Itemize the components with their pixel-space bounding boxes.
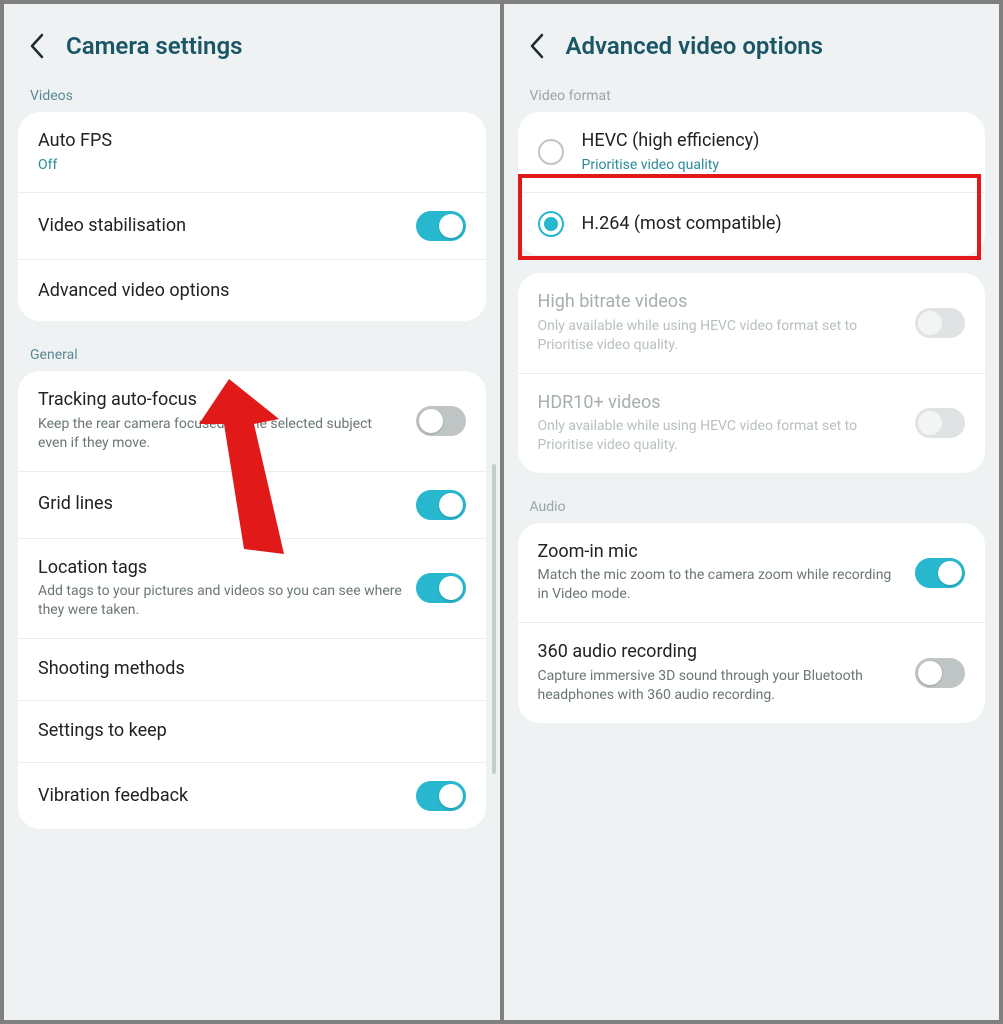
row-sub: Add tags to your pictures and videos so …	[38, 582, 404, 620]
row-hevc[interactable]: HEVC (high efficiency) Prioritise video …	[518, 112, 986, 192]
scrollbar[interactable]	[492, 464, 496, 774]
row-tracking-auto-focus[interactable]: Tracking auto-focus Keep the rear camera…	[18, 371, 486, 470]
toggle-location-tags[interactable]	[416, 573, 466, 603]
card-extra-video: High bitrate videos Only available while…	[518, 273, 986, 473]
radio-hevc[interactable]	[538, 139, 564, 165]
header-right: Advanced video options	[504, 4, 1000, 80]
page-title: Camera settings	[66, 32, 242, 60]
row-grid-lines[interactable]: Grid lines	[18, 471, 486, 538]
toggle-360-audio[interactable]	[915, 658, 965, 688]
row-title: HDR10+ videos	[538, 392, 904, 415]
row-auto-fps[interactable]: Auto FPS Off	[18, 112, 486, 192]
row-sub: Off	[38, 156, 454, 175]
row-title: Auto FPS	[38, 130, 454, 153]
section-label-general: General	[4, 339, 500, 371]
row-location-tags[interactable]: Location tags Add tags to your pictures …	[18, 538, 486, 638]
row-title: Shooting methods	[38, 658, 454, 681]
row-advanced-video-options[interactable]: Advanced video options	[18, 259, 486, 321]
row-sub: Capture immersive 3D sound through your …	[538, 667, 904, 705]
header-left: Camera settings	[4, 4, 500, 80]
row-video-stabilisation[interactable]: Video stabilisation	[18, 192, 486, 259]
row-title: H.264 (most compatible)	[582, 213, 954, 236]
row-settings-to-keep[interactable]: Settings to keep	[18, 700, 486, 762]
right-pane: Advanced video options Video format HEVC…	[504, 4, 1000, 1020]
toggle-zoom-in-mic[interactable]	[915, 558, 965, 588]
left-pane: Camera settings Videos Auto FPS Off Vide…	[4, 4, 500, 1020]
row-hdr10: HDR10+ videos Only available while using…	[518, 373, 986, 473]
row-title: Settings to keep	[38, 720, 454, 743]
toggle-tracking-auto-focus[interactable]	[416, 406, 466, 436]
row-shooting-methods[interactable]: Shooting methods	[18, 638, 486, 700]
row-h264[interactable]: H.264 (most compatible)	[518, 192, 986, 255]
row-high-bitrate: High bitrate videos Only available while…	[518, 273, 986, 372]
row-title: Video stabilisation	[38, 215, 404, 238]
row-title: Zoom-in mic	[538, 541, 904, 564]
row-sub: Keep the rear camera focused on the sele…	[38, 415, 404, 453]
card-general: Tracking auto-focus Keep the rear camera…	[18, 371, 486, 829]
card-videos: Auto FPS Off Video stabilisation Advance…	[18, 112, 486, 321]
back-icon[interactable]	[524, 33, 550, 59]
row-title: Advanced video options	[38, 280, 454, 303]
toggle-high-bitrate	[915, 308, 965, 338]
row-title: Tracking auto-focus	[38, 389, 404, 412]
row-title: HEVC (high efficiency)	[582, 130, 954, 153]
toggle-vibration-feedback[interactable]	[416, 781, 466, 811]
row-title: 360 audio recording	[538, 641, 904, 664]
row-vibration-feedback[interactable]: Vibration feedback	[18, 762, 486, 829]
row-sub: Only available while using HEVC video fo…	[538, 317, 904, 355]
page-title: Advanced video options	[566, 32, 824, 60]
section-label-video-format: Video format	[504, 80, 1000, 112]
row-sub: Only available while using HEVC video fo…	[538, 417, 904, 455]
row-360-audio[interactable]: 360 audio recording Capture immersive 3D…	[518, 622, 986, 722]
row-sub: Prioritise video quality	[582, 156, 954, 175]
row-sub: Match the mic zoom to the camera zoom wh…	[538, 566, 904, 604]
row-title: High bitrate videos	[538, 291, 904, 314]
toggle-grid-lines[interactable]	[416, 490, 466, 520]
back-icon[interactable]	[24, 33, 50, 59]
card-video-format: HEVC (high efficiency) Prioritise video …	[518, 112, 986, 255]
toggle-video-stabilisation[interactable]	[416, 211, 466, 241]
row-zoom-in-mic[interactable]: Zoom-in mic Match the mic zoom to the ca…	[518, 523, 986, 622]
row-title: Grid lines	[38, 493, 404, 516]
section-label-videos: Videos	[4, 80, 500, 112]
row-title: Location tags	[38, 557, 404, 580]
toggle-hdr10	[915, 408, 965, 438]
radio-h264[interactable]	[538, 211, 564, 237]
section-label-audio: Audio	[504, 491, 1000, 523]
row-title: Vibration feedback	[38, 785, 404, 808]
card-audio: Zoom-in mic Match the mic zoom to the ca…	[518, 523, 986, 723]
